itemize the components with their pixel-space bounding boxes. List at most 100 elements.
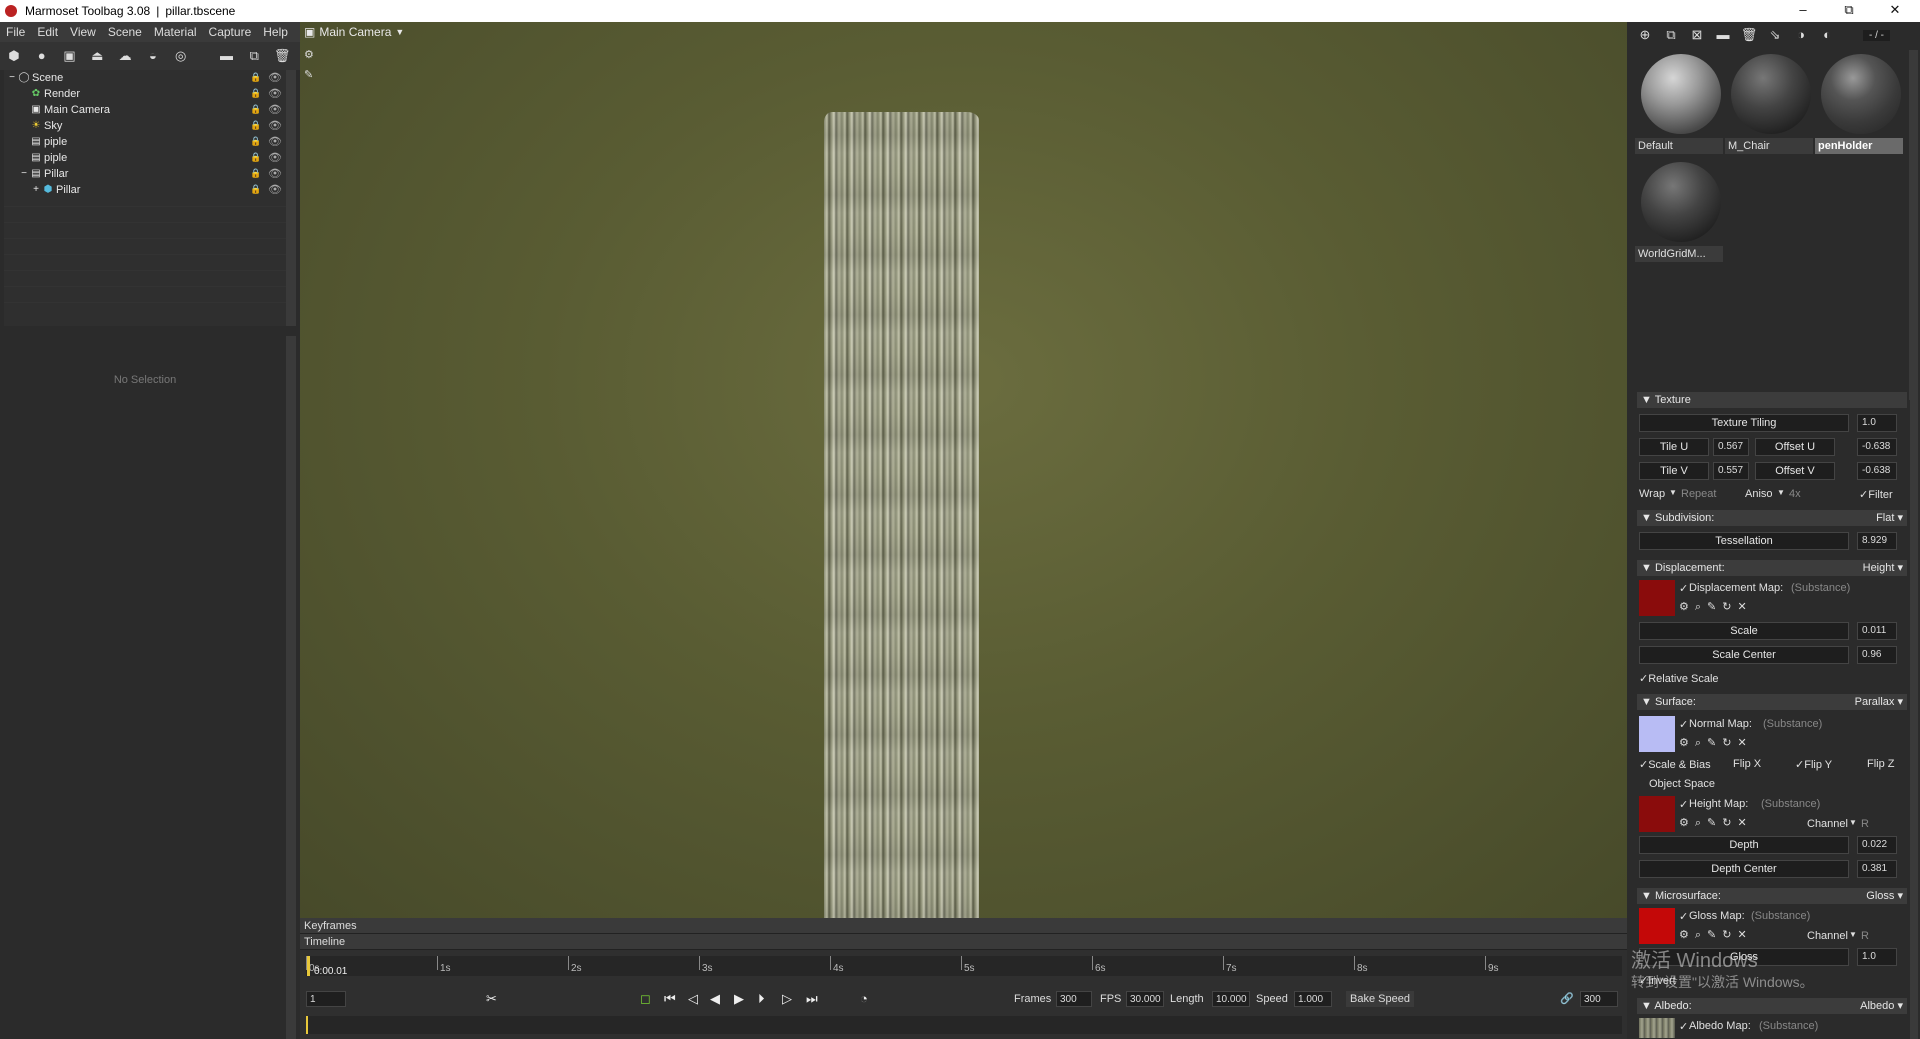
- lock-icon[interactable]: 🔒: [250, 120, 261, 131]
- prev-key-icon[interactable]: ◁: [688, 991, 698, 1007]
- flip-x-checkbox[interactable]: Flip X: [1733, 758, 1761, 770]
- eyedropper-icon[interactable]: ✎: [1707, 737, 1722, 749]
- assign-icon[interactable]: ⇘: [1765, 25, 1785, 45]
- add-sky-icon[interactable]: ◎: [171, 46, 191, 66]
- height-map-thumbnail[interactable]: [1639, 796, 1675, 832]
- displacement-section-header[interactable]: ▼ Displacement: Height ▾: [1637, 560, 1907, 576]
- material-m-chair[interactable]: M_Chair: [1725, 54, 1813, 154]
- surface-mode-dropdown[interactable]: Parallax ▾: [1855, 694, 1903, 710]
- lock-icon[interactable]: 🔒: [250, 88, 261, 99]
- microsurface-section-header[interactable]: ▼ Microsurface: Gloss ▾: [1637, 888, 1907, 904]
- properties-scrollbar[interactable]: [286, 336, 296, 1039]
- collapse-icon[interactable]: −: [18, 168, 30, 180]
- refresh-icon[interactable]: ↻: [1722, 817, 1737, 829]
- lock-icon[interactable]: 🔒: [250, 184, 261, 195]
- search-icon[interactable]: ⌕: [1695, 929, 1707, 941]
- scale-center-slider[interactable]: Scale Center: [1639, 646, 1849, 664]
- surface-section-header[interactable]: ▼ Surface: Parallax ▾: [1637, 694, 1907, 710]
- gloss-channel-dropdown[interactable]: Channel ▼ R: [1807, 928, 1907, 948]
- fps-field[interactable]: 30.000: [1126, 991, 1164, 1007]
- height-map-checkbox[interactable]: ✓: [1679, 798, 1688, 811]
- refresh-icon[interactable]: ↻: [1722, 929, 1737, 941]
- loop-icon[interactable]: ◻: [640, 991, 651, 1007]
- visibility-eye-icon[interactable]: 👁: [268, 71, 282, 84]
- tile-v-value[interactable]: 0.557: [1713, 462, 1749, 480]
- visibility-eye-icon[interactable]: 👁: [268, 151, 282, 164]
- visibility-eye-icon[interactable]: 👁: [268, 183, 282, 196]
- refresh-icon[interactable]: ↻: [1722, 737, 1737, 749]
- close-button[interactable]: ✕: [1872, 0, 1918, 22]
- aniso-dropdown[interactable]: 4x: [1789, 488, 1801, 500]
- normal-map-thumbnail[interactable]: [1639, 716, 1675, 752]
- collapse-icon[interactable]: −: [6, 72, 18, 84]
- add-object-icon[interactable]: ⬢: [4, 46, 24, 66]
- tile-u-value[interactable]: 0.567: [1713, 438, 1749, 456]
- search-icon[interactable]: ⌕: [1695, 817, 1707, 829]
- properties-scrollbar[interactable]: [1910, 392, 1918, 1039]
- timeline-bar[interactable]: Timeline: [300, 934, 1627, 950]
- play-icon[interactable]: ▶: [734, 991, 744, 1007]
- brush-icon[interactable]: ✎: [304, 68, 314, 88]
- flip-y-checkbox[interactable]: ✓Flip Y: [1795, 758, 1832, 771]
- offset-u-value[interactable]: -0.638: [1857, 438, 1897, 456]
- jump-start-icon[interactable]: ⏮: [664, 991, 676, 1007]
- end-frame-field[interactable]: 300: [1580, 991, 1618, 1007]
- close-icon[interactable]: ✕: [1737, 929, 1752, 941]
- bake-speed-button[interactable]: Bake Speed: [1346, 991, 1414, 1007]
- albedo-section-header[interactable]: ▼ Albedo: Albedo ▾: [1637, 998, 1907, 1014]
- tile-v-slider[interactable]: Tile V: [1639, 462, 1709, 480]
- gear-icon[interactable]: ⚙: [1679, 929, 1695, 941]
- menu-scene[interactable]: Scene: [102, 25, 148, 39]
- time-settings-icon[interactable]: ◔: [860, 991, 868, 1007]
- visibility-eye-icon[interactable]: 👁: [268, 119, 282, 132]
- tree-row-pillar-mesh[interactable]: + ⬢ Pillar 🔒 👁: [4, 183, 286, 199]
- 3d-viewport[interactable]: ▣ Main Camera ▼ ⚙ ✎: [300, 22, 1627, 918]
- step-back-icon[interactable]: ◀: [710, 991, 720, 1007]
- menu-edit[interactable]: Edit: [31, 25, 64, 39]
- gloss-map-thumbnail[interactable]: [1639, 908, 1675, 944]
- displacement-mode-dropdown[interactable]: Height ▾: [1863, 560, 1903, 576]
- close-icon[interactable]: ✕: [1737, 737, 1752, 749]
- step-forward-icon[interactable]: ⏵: [758, 991, 765, 1007]
- tree-row-main-camera[interactable]: ▣ Main Camera 🔒 👁: [4, 103, 286, 119]
- next-key-icon[interactable]: ▷: [782, 991, 792, 1007]
- depth-center-value[interactable]: 0.381: [1857, 860, 1897, 878]
- search-icon[interactable]: ⌕: [1695, 737, 1707, 749]
- camera-selector[interactable]: ▣ Main Camera ▼: [300, 22, 404, 42]
- albedo-mode-dropdown[interactable]: Albedo ▾: [1860, 998, 1903, 1014]
- offset-v-value[interactable]: -0.638: [1857, 462, 1897, 480]
- microsurface-mode-dropdown[interactable]: Gloss ▾: [1866, 888, 1903, 904]
- visibility-eye-icon[interactable]: 👁: [268, 87, 282, 100]
- gloss-value[interactable]: 1.0: [1857, 948, 1897, 966]
- tile-u-slider[interactable]: Tile U: [1639, 438, 1709, 456]
- tree-row-scene[interactable]: − ◯ Scene 🔒 👁: [4, 71, 286, 87]
- tree-row-render[interactable]: ✿ Render 🔒 👁: [4, 87, 286, 103]
- minimize-button[interactable]: –: [1780, 0, 1826, 22]
- frame-field[interactable]: 1: [306, 991, 346, 1007]
- frames-field[interactable]: 300: [1056, 991, 1092, 1007]
- albedo-map-thumbnail[interactable]: [1639, 1018, 1675, 1038]
- duplicate-icon[interactable]: ⧉: [244, 46, 264, 66]
- tessellation-slider[interactable]: Tessellation: [1639, 532, 1849, 550]
- checker-icon[interactable]: ⊠: [1687, 25, 1707, 45]
- subdivision-section-header[interactable]: ▼ Subdivision: Flat ▾: [1637, 510, 1907, 526]
- displacement-map-thumbnail[interactable]: [1639, 580, 1675, 616]
- subdivision-mode-dropdown[interactable]: Flat ▾: [1876, 510, 1903, 526]
- tree-row-piple-2[interactable]: ▤ piple 🔒 👁: [4, 151, 286, 167]
- texture-section-header[interactable]: ▼ Texture: [1637, 392, 1907, 408]
- material-worldgrid[interactable]: WorldGridM...: [1635, 162, 1723, 262]
- albedo-map-checkbox[interactable]: ✓: [1679, 1020, 1688, 1033]
- outliner-scrollbar[interactable]: [286, 70, 296, 326]
- refresh-icon[interactable]: ↻: [1722, 601, 1737, 613]
- add-turntable-icon[interactable]: ◒: [143, 46, 163, 66]
- texture-tiling-value[interactable]: 1.0: [1857, 414, 1897, 432]
- settings-gear-icon[interactable]: ⚙: [304, 48, 314, 68]
- expand-icon[interactable]: +: [30, 184, 42, 196]
- search-icon[interactable]: ⌕: [1695, 601, 1707, 613]
- wrap-dropdown[interactable]: Repeat: [1681, 488, 1716, 500]
- depth-value[interactable]: 0.022: [1857, 836, 1897, 854]
- offset-v-slider[interactable]: Offset V: [1755, 462, 1835, 480]
- link-icon[interactable]: 🔗: [1560, 991, 1574, 1007]
- materials-scrollbar[interactable]: [1909, 50, 1918, 400]
- timeline-ruler[interactable]: 0s 1s 2s 3s 4s 5s 6s 7s 8s 9s 0:00.01: [306, 956, 1622, 977]
